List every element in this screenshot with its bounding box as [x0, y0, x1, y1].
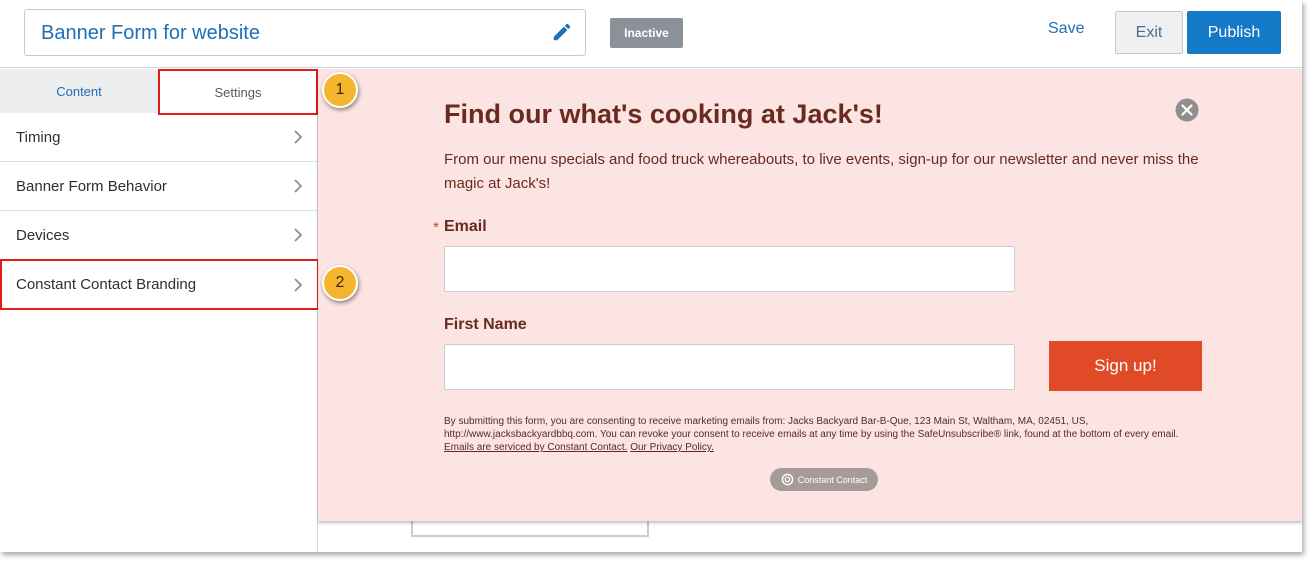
constant-contact-badge-text: Constant Contact	[797, 474, 868, 485]
chevron-right-icon	[294, 278, 303, 292]
sidebar-item-label: Constant Contact Branding	[16, 276, 197, 293]
sidebar-item-devices[interactable]: Devices	[0, 211, 317, 260]
sidebar-item-banner-form-behavior[interactable]: Banner Form Behavior	[0, 162, 317, 211]
constant-contact-logo-icon	[781, 473, 794, 486]
first-name-field[interactable]	[444, 344, 1015, 390]
app-window: Banner Form for website Inactive Save Ex…	[0, 0, 1302, 552]
chevron-right-icon	[294, 228, 303, 242]
sidebar-item-constant-contact-branding[interactable]: Constant Contact Branding	[0, 259, 319, 310]
form-preview: Find our what's cooking at Jack's! From …	[318, 69, 1302, 552]
callout-1: 1	[322, 72, 358, 108]
publish-button[interactable]: Publish	[1187, 11, 1281, 54]
form-title-text: Banner Form for website	[41, 22, 260, 44]
required-marker: *	[433, 219, 439, 236]
chevron-right-icon	[294, 130, 303, 144]
sidebar-item-label: Devices	[16, 226, 70, 244]
tab-settings[interactable]: Settings	[158, 69, 318, 115]
chevron-right-icon	[294, 179, 303, 193]
legal-disclaimer: By submitting this form, you are consent…	[444, 415, 1204, 454]
banner-title: Find our what's cooking at Jack's!	[444, 99, 883, 129]
constant-contact-service-link[interactable]: Emails are serviced by Constant Contact.	[444, 442, 627, 453]
status-badge: Inactive	[610, 18, 683, 48]
pencil-icon[interactable]	[551, 21, 573, 43]
editor-header: Banner Form for website Inactive Save Ex…	[0, 0, 1302, 68]
settings-sidebar: Content Settings Timing Banner Form Beha…	[0, 69, 319, 552]
sign-up-button[interactable]: Sign up!	[1049, 341, 1202, 391]
close-icon[interactable]	[1175, 98, 1199, 122]
banner-description: From our menu specials and food truck wh…	[444, 151, 1199, 192]
sidebar-item-timing[interactable]: Timing	[0, 113, 317, 162]
constant-contact-badge[interactable]: Constant Contact	[770, 468, 878, 491]
save-button[interactable]: Save	[1048, 20, 1084, 38]
banner-form: Find our what's cooking at Jack's! From …	[318, 69, 1302, 521]
tab-content[interactable]: Content	[0, 69, 158, 113]
form-title-field[interactable]: Banner Form for website	[24, 9, 586, 56]
first-name-label: First Name	[444, 316, 527, 333]
legal-text: By submitting this form, you are consent…	[444, 416, 1179, 440]
callout-2: 2	[322, 265, 358, 301]
sidebar-tabs: Content Settings	[0, 69, 318, 115]
sidebar-item-label: Timing	[16, 128, 61, 146]
sidebar-item-label: Banner Form Behavior	[16, 177, 167, 195]
email-label: Email	[444, 218, 487, 235]
exit-button[interactable]: Exit	[1115, 11, 1183, 54]
privacy-policy-link[interactable]: Our Privacy Policy.	[630, 442, 714, 453]
email-field[interactable]	[444, 246, 1015, 292]
